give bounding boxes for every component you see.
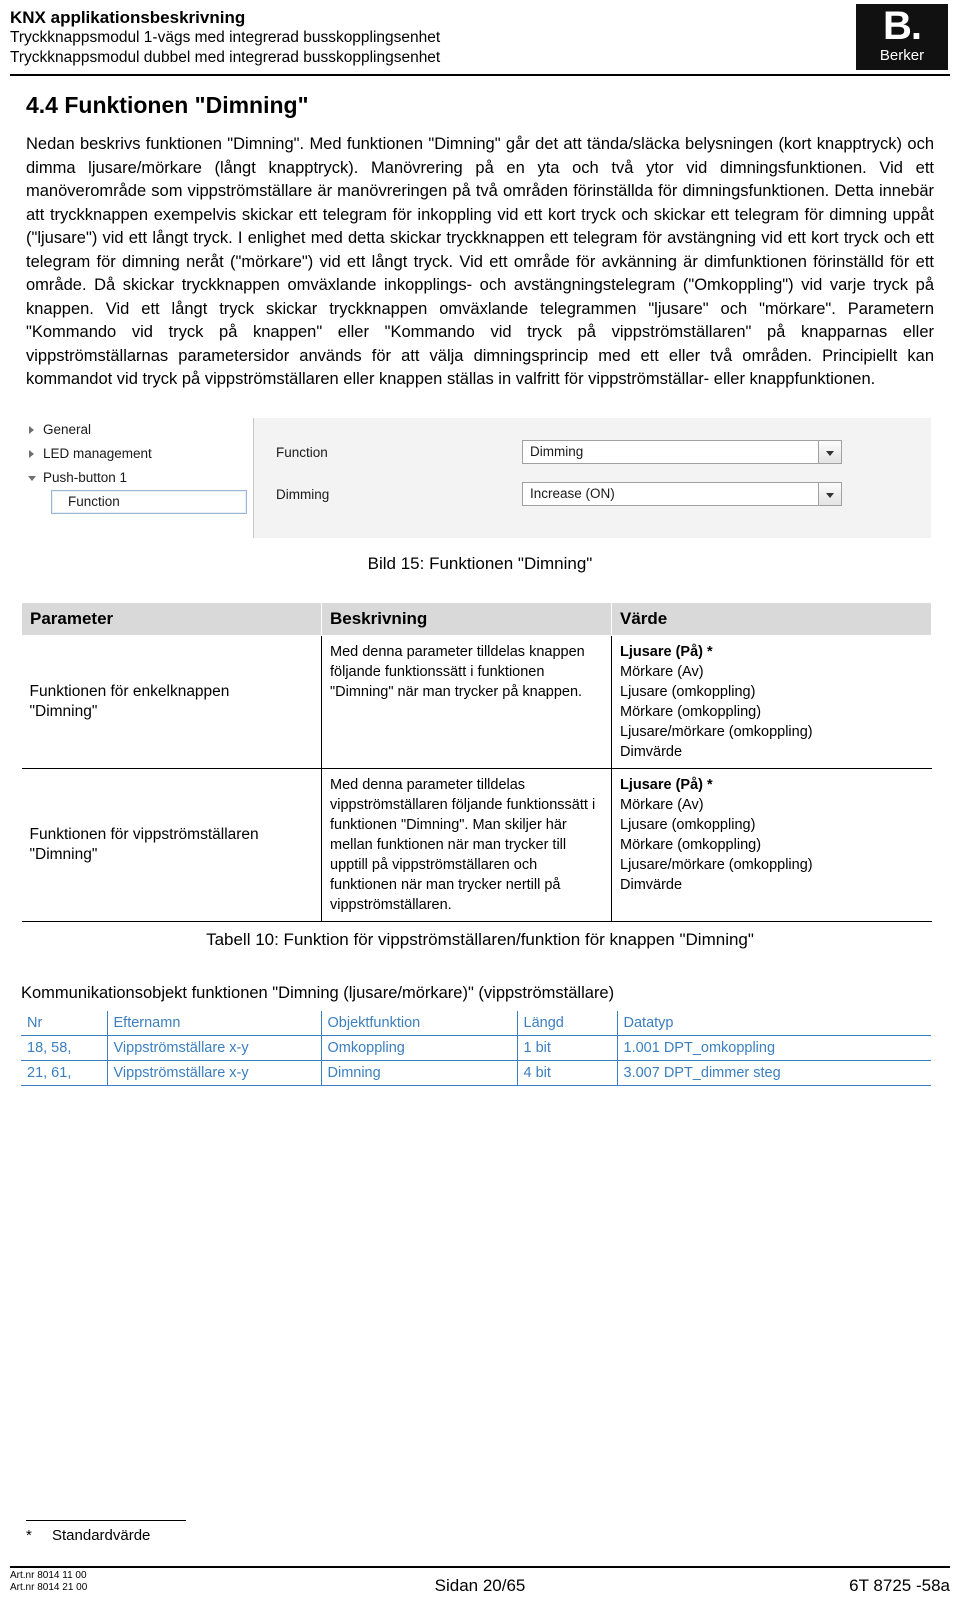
column-header-beskrivning: Beskrivning — [321, 601, 612, 636]
dimming-dropdown-value: Increase (ON) — [530, 485, 615, 501]
header-title: KNX applikationsbeskrivning — [10, 8, 246, 27]
cell-varde: Ljusare (På) * Mörkare (Av) Ljusare (omk… — [611, 767, 932, 922]
column-header-efternamn: Efternamn — [107, 1010, 322, 1036]
comm-table-row: 21, 61, Vippströmställare x-y Dimning 4 … — [21, 1060, 931, 1086]
column-header-parameter: Parameter — [21, 601, 322, 636]
tree-item-general[interactable]: General — [21, 418, 253, 442]
table-row: Funktionen för vippströmställaren "Dimni… — [21, 767, 932, 922]
tree-item-function[interactable]: Function — [51, 489, 247, 514]
footnote: * Standardvärde — [26, 1520, 186, 1544]
tree-item-push-button-1[interactable]: Push-button 1 — [21, 466, 253, 490]
column-header-datatyp: Datatyp — [617, 1010, 931, 1036]
param-row-dimming: Dimming — [276, 482, 329, 508]
tree-item-label: Function — [68, 493, 120, 509]
comm-table-row: 18, 58, Vippströmställare x-y Omkoppling… — [21, 1035, 931, 1061]
logo-mark: B. — [883, 4, 922, 48]
cell-beskrivning: Med denna parameter tilldelas vippströms… — [321, 767, 612, 922]
cell-nr: 18, 58, — [21, 1035, 108, 1061]
footnote-divider — [26, 1520, 186, 1521]
cell-beskrivning: Med denna parameter tilldelas knappen fö… — [321, 634, 612, 768]
dimming-dropdown[interactable]: Increase (ON) — [522, 481, 842, 506]
param-row-label: Function — [276, 444, 328, 460]
footnote-marker: * — [26, 1527, 32, 1544]
section-paragraph: Nedan beskrivs funktionen "Dimning". Med… — [26, 135, 934, 388]
screenshot-tree-panel: General LED management Push-button 1 Fun… — [21, 417, 254, 538]
footer-doc-number: 6T 8725 -58a — [849, 1576, 950, 1595]
header-subtitle-1: Tryckknappsmodul 1-vägs med integrerad b… — [10, 29, 441, 46]
cell-datatyp: 3.007 DPT_dimmer steg — [617, 1060, 931, 1086]
comm-header-row: Nr Efternamn Objektfunktion Längd Dataty… — [21, 1010, 931, 1036]
figure-caption: Bild 15: Funktionen "Dimning" — [367, 553, 593, 573]
logo-name: Berker — [879, 47, 925, 64]
cell-efternamn: Vippströmställare x-y — [107, 1060, 322, 1086]
cell-varde-default: Ljusare (På) * — [620, 643, 713, 660]
table-caption: Tabell 10: Funktion för vippströmställar… — [206, 929, 754, 949]
cell-varde-options: Mörkare (Av) Ljusare (omkoppling) Mörkar… — [620, 796, 813, 893]
function-dropdown-value: Dimming — [530, 443, 584, 459]
column-header-nr: Nr — [21, 1010, 108, 1036]
chevron-right-icon — [29, 449, 34, 458]
chevron-down-icon — [28, 475, 36, 485]
footer-page-number: Sidan 20/65 — [434, 1576, 526, 1595]
table-header-row: Parameter Beskrivning Värde — [21, 601, 932, 636]
page-header: KNX applikationsbeskrivning Tryckknappsm… — [0, 0, 960, 78]
cell-parameter: Funktionen för vippströmställaren "Dimni… — [21, 767, 322, 922]
footnote-text: Standardvärde — [52, 1527, 151, 1544]
cell-langd: 1 bit — [517, 1035, 618, 1061]
chevron-down-icon[interactable] — [818, 482, 841, 505]
tree-item-label: Push-button 1 — [43, 469, 128, 485]
header-subtitle-2: Tryckknappsmodul dubbel med integrerad b… — [10, 49, 441, 66]
header-divider — [10, 74, 950, 76]
tree-item-label: General — [43, 421, 92, 437]
chevron-right-icon — [29, 425, 34, 434]
column-header-varde: Värde — [611, 601, 932, 636]
cell-langd: 4 bit — [517, 1060, 618, 1086]
column-header-langd: Längd — [517, 1010, 618, 1036]
tree-item-label: LED management — [43, 445, 152, 461]
screenshot-parameter-panel: Function Dimming Dimming Increase (ON) — [254, 417, 931, 538]
cell-datatyp: 1.001 DPT_omkoppling — [617, 1035, 931, 1061]
function-dropdown[interactable]: Dimming — [522, 439, 842, 464]
param-row-function: Function — [276, 440, 328, 466]
comm-objects-title: Kommunikationsobjekt funktionen "Dimning… — [21, 983, 615, 1002]
footer-divider — [10, 1566, 950, 1568]
cell-varde-options: Mörkare (Av) Ljusare (omkoppling) Mörkar… — [620, 663, 813, 760]
comm-objects-table: Nr Efternamn Objektfunktion Längd Dataty… — [21, 1010, 931, 1086]
column-header-objektfunktion: Objektfunktion — [321, 1010, 518, 1036]
ets-screenshot-figure: General LED management Push-button 1 Fun… — [21, 417, 931, 538]
cell-efternamn: Vippströmställare x-y — [107, 1035, 322, 1061]
cell-nr: 21, 61, — [21, 1060, 108, 1086]
section-title: 4.4 Funktionen "Dimning" — [26, 92, 309, 118]
cell-parameter: Funktionen för enkelknappen "Dimning" — [21, 634, 322, 768]
cell-varde-default: Ljusare (På) * — [620, 776, 713, 793]
param-row-label: Dimming — [276, 486, 330, 502]
tree-item-led-management[interactable]: LED management — [21, 442, 253, 466]
chevron-down-icon[interactable] — [818, 440, 841, 463]
parameter-table: Parameter Beskrivning Värde Funktionen f… — [21, 601, 932, 922]
cell-objektfunktion: Omkoppling — [321, 1035, 518, 1061]
berker-logo: B. Berker — [856, 4, 948, 70]
page-footer: Art.nr 8014 11 00 Art.nr 8014 21 00 Sida… — [0, 1566, 960, 1612]
table-row: Funktionen för enkelknappen "Dimning" Me… — [21, 634, 932, 768]
cell-varde: Ljusare (På) * Mörkare (Av) Ljusare (omk… — [611, 634, 932, 768]
cell-objektfunktion: Dimning — [321, 1060, 518, 1086]
page-content: 4.4 Funktionen "Dimning" Nedan beskrivs … — [0, 78, 960, 1086]
